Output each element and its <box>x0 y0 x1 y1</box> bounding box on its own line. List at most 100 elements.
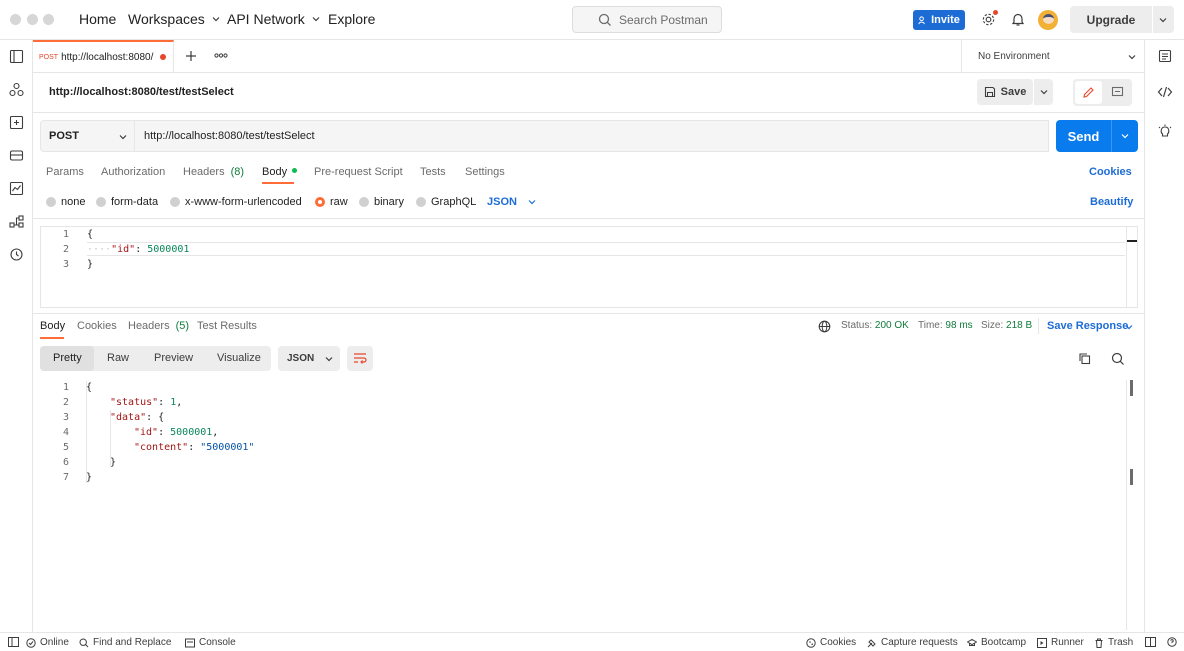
nav-api-network[interactable]: API Network <box>227 11 321 27</box>
edit-mode-button[interactable] <box>1075 81 1102 104</box>
comment-icon <box>1111 86 1124 97</box>
save-response-button[interactable]: Save Response <box>1047 320 1133 332</box>
trash-button[interactable]: Trash <box>1094 637 1133 648</box>
request-title[interactable]: http://localhost:8080/test/testSelect <box>49 86 234 98</box>
nav-explore[interactable]: Explore <box>328 11 375 27</box>
collections-icon[interactable] <box>9 49 24 64</box>
radio-form-data[interactable]: form-data <box>96 196 158 208</box>
request-tab[interactable]: POST http://localhost:8080/ <box>33 40 174 72</box>
window-maximize-dot[interactable] <box>43 14 54 25</box>
url-input[interactable]: http://localhost:8080/test/testSelect <box>135 120 1049 152</box>
nav-home[interactable]: Home <box>79 11 116 27</box>
response-tab-cookies[interactable]: Cookies <box>77 320 117 332</box>
nav-workspaces[interactable]: Workspaces <box>128 11 221 27</box>
avatar[interactable] <box>1038 10 1058 30</box>
bell-icon[interactable] <box>1011 12 1025 27</box>
top-bar: Home Workspaces API Network Explore Sear… <box>0 0 1184 40</box>
find-replace-button[interactable]: Find and Replace <box>79 637 171 648</box>
apis-icon[interactable] <box>9 82 24 97</box>
search-icon <box>79 637 89 647</box>
response-tab-test-results[interactable]: Test Results <box>197 320 257 332</box>
response-size[interactable]: Size: 218 B <box>981 320 1032 331</box>
mock-servers-icon[interactable] <box>9 148 24 163</box>
response-tab-headers[interactable]: Headers (5) <box>128 320 189 332</box>
line-number: 2 <box>62 397 69 408</box>
save-button[interactable]: Save <box>977 79 1033 105</box>
response-format-label: JSON <box>287 353 315 364</box>
chevron-down-icon <box>1159 17 1167 22</box>
flows-icon[interactable] <box>9 214 24 229</box>
save-dropdown-button[interactable] <box>1033 79 1053 105</box>
runner-button[interactable]: Runner <box>1037 637 1084 648</box>
view-pretty[interactable]: Pretty <box>53 352 82 364</box>
search-icon[interactable] <box>1111 352 1125 366</box>
cookies-link[interactable]: Cookies <box>1089 166 1132 178</box>
console-icon <box>185 638 195 647</box>
tab-headers[interactable]: Headers (8) <box>183 166 244 178</box>
window-minimize-dot[interactable] <box>27 14 38 25</box>
invite-label: Invite <box>931 14 960 26</box>
search-box[interactable]: Search Postman <box>572 6 722 33</box>
editor-scroll-marker <box>1127 240 1137 242</box>
capture-requests-button[interactable]: Capture requests <box>867 637 958 648</box>
toggle-sidebar-icon[interactable] <box>8 637 19 647</box>
response-tab-body[interactable]: Body <box>40 320 65 332</box>
bootcamp-button[interactable]: Bootcamp <box>967 637 1026 648</box>
find-replace-label: Find and Replace <box>93 637 172 648</box>
viewer-scroll-marker <box>1130 469 1133 485</box>
environment-selector[interactable]: No Environment <box>961 40 1144 72</box>
add-tab-icon[interactable] <box>185 50 197 62</box>
comments-mode-button[interactable] <box>1104 81 1131 104</box>
environments-icon[interactable] <box>9 115 24 130</box>
code-icon[interactable] <box>1157 85 1173 99</box>
radio-raw[interactable]: raw <box>315 196 348 208</box>
beautify-link[interactable]: Beautify <box>1090 196 1133 208</box>
radio-binary[interactable]: binary <box>359 196 404 208</box>
response-format-select[interactable]: JSON <box>278 346 340 371</box>
view-raw[interactable]: Raw <box>107 352 129 364</box>
cookies-button[interactable]: Cookies <box>806 637 856 648</box>
divider <box>33 218 1144 219</box>
request-title-row: http://localhost:8080/test/testSelect Sa… <box>33 73 1144 113</box>
right-sidebar <box>1144 40 1184 632</box>
view-preview[interactable]: Preview <box>154 352 193 364</box>
tab-params[interactable]: Params <box>46 166 84 178</box>
response-divider <box>33 313 1144 314</box>
send-button[interactable]: Send <box>1056 120 1138 152</box>
documentation-icon[interactable] <box>1158 49 1172 63</box>
window-close-dot[interactable] <box>10 14 21 25</box>
bootcamp-icon <box>967 638 977 646</box>
request-body-editor[interactable]: 1 2 3 { ····"id": 5000001 } <box>40 226 1138 308</box>
lightbulb-icon[interactable] <box>1158 124 1172 139</box>
invite-button[interactable]: Invite <box>913 10 965 30</box>
online-status[interactable]: Online <box>26 637 69 648</box>
history-icon[interactable] <box>9 247 24 262</box>
chevron-down-icon[interactable] <box>1120 131 1130 141</box>
tab-tests[interactable]: Tests <box>420 166 446 178</box>
body-format-select[interactable]: JSON <box>487 196 537 208</box>
response-status[interactable]: Status: 200 OK <box>841 320 909 331</box>
radio-raw-label: raw <box>330 196 348 208</box>
radio-urlencoded[interactable]: x-www-form-urlencoded <box>170 196 302 208</box>
console-button[interactable]: Console <box>185 637 236 648</box>
response-time[interactable]: Time: 98 ms <box>918 320 973 331</box>
tab-authorization[interactable]: Authorization <box>101 166 165 178</box>
tab-prerequest-script[interactable]: Pre-request Script <box>314 166 403 178</box>
view-visualize[interactable]: Visualize <box>217 352 261 364</box>
globe-icon[interactable] <box>818 320 831 333</box>
method-select[interactable]: POST <box>40 120 135 152</box>
tab-settings[interactable]: Settings <box>465 166 505 178</box>
radio-graphql[interactable]: GraphQL <box>416 196 476 208</box>
help-icon[interactable] <box>1167 637 1177 647</box>
two-pane-icon[interactable] <box>1145 637 1156 647</box>
wrap-lines-button[interactable] <box>347 346 373 371</box>
tab-body[interactable]: Body <box>262 166 298 178</box>
upgrade-button[interactable]: Upgrade <box>1070 6 1174 33</box>
monitors-icon[interactable] <box>9 181 24 196</box>
json-key: "status" <box>110 397 159 408</box>
more-tabs-icon[interactable] <box>214 53 228 58</box>
copy-icon[interactable] <box>1078 352 1091 365</box>
response-body-viewer[interactable]: 1 2 3 4 5 6 7 { "status": 1, "data": { "… <box>40 380 1138 630</box>
active-tab-underline <box>262 182 294 184</box>
radio-none[interactable]: none <box>46 196 85 208</box>
